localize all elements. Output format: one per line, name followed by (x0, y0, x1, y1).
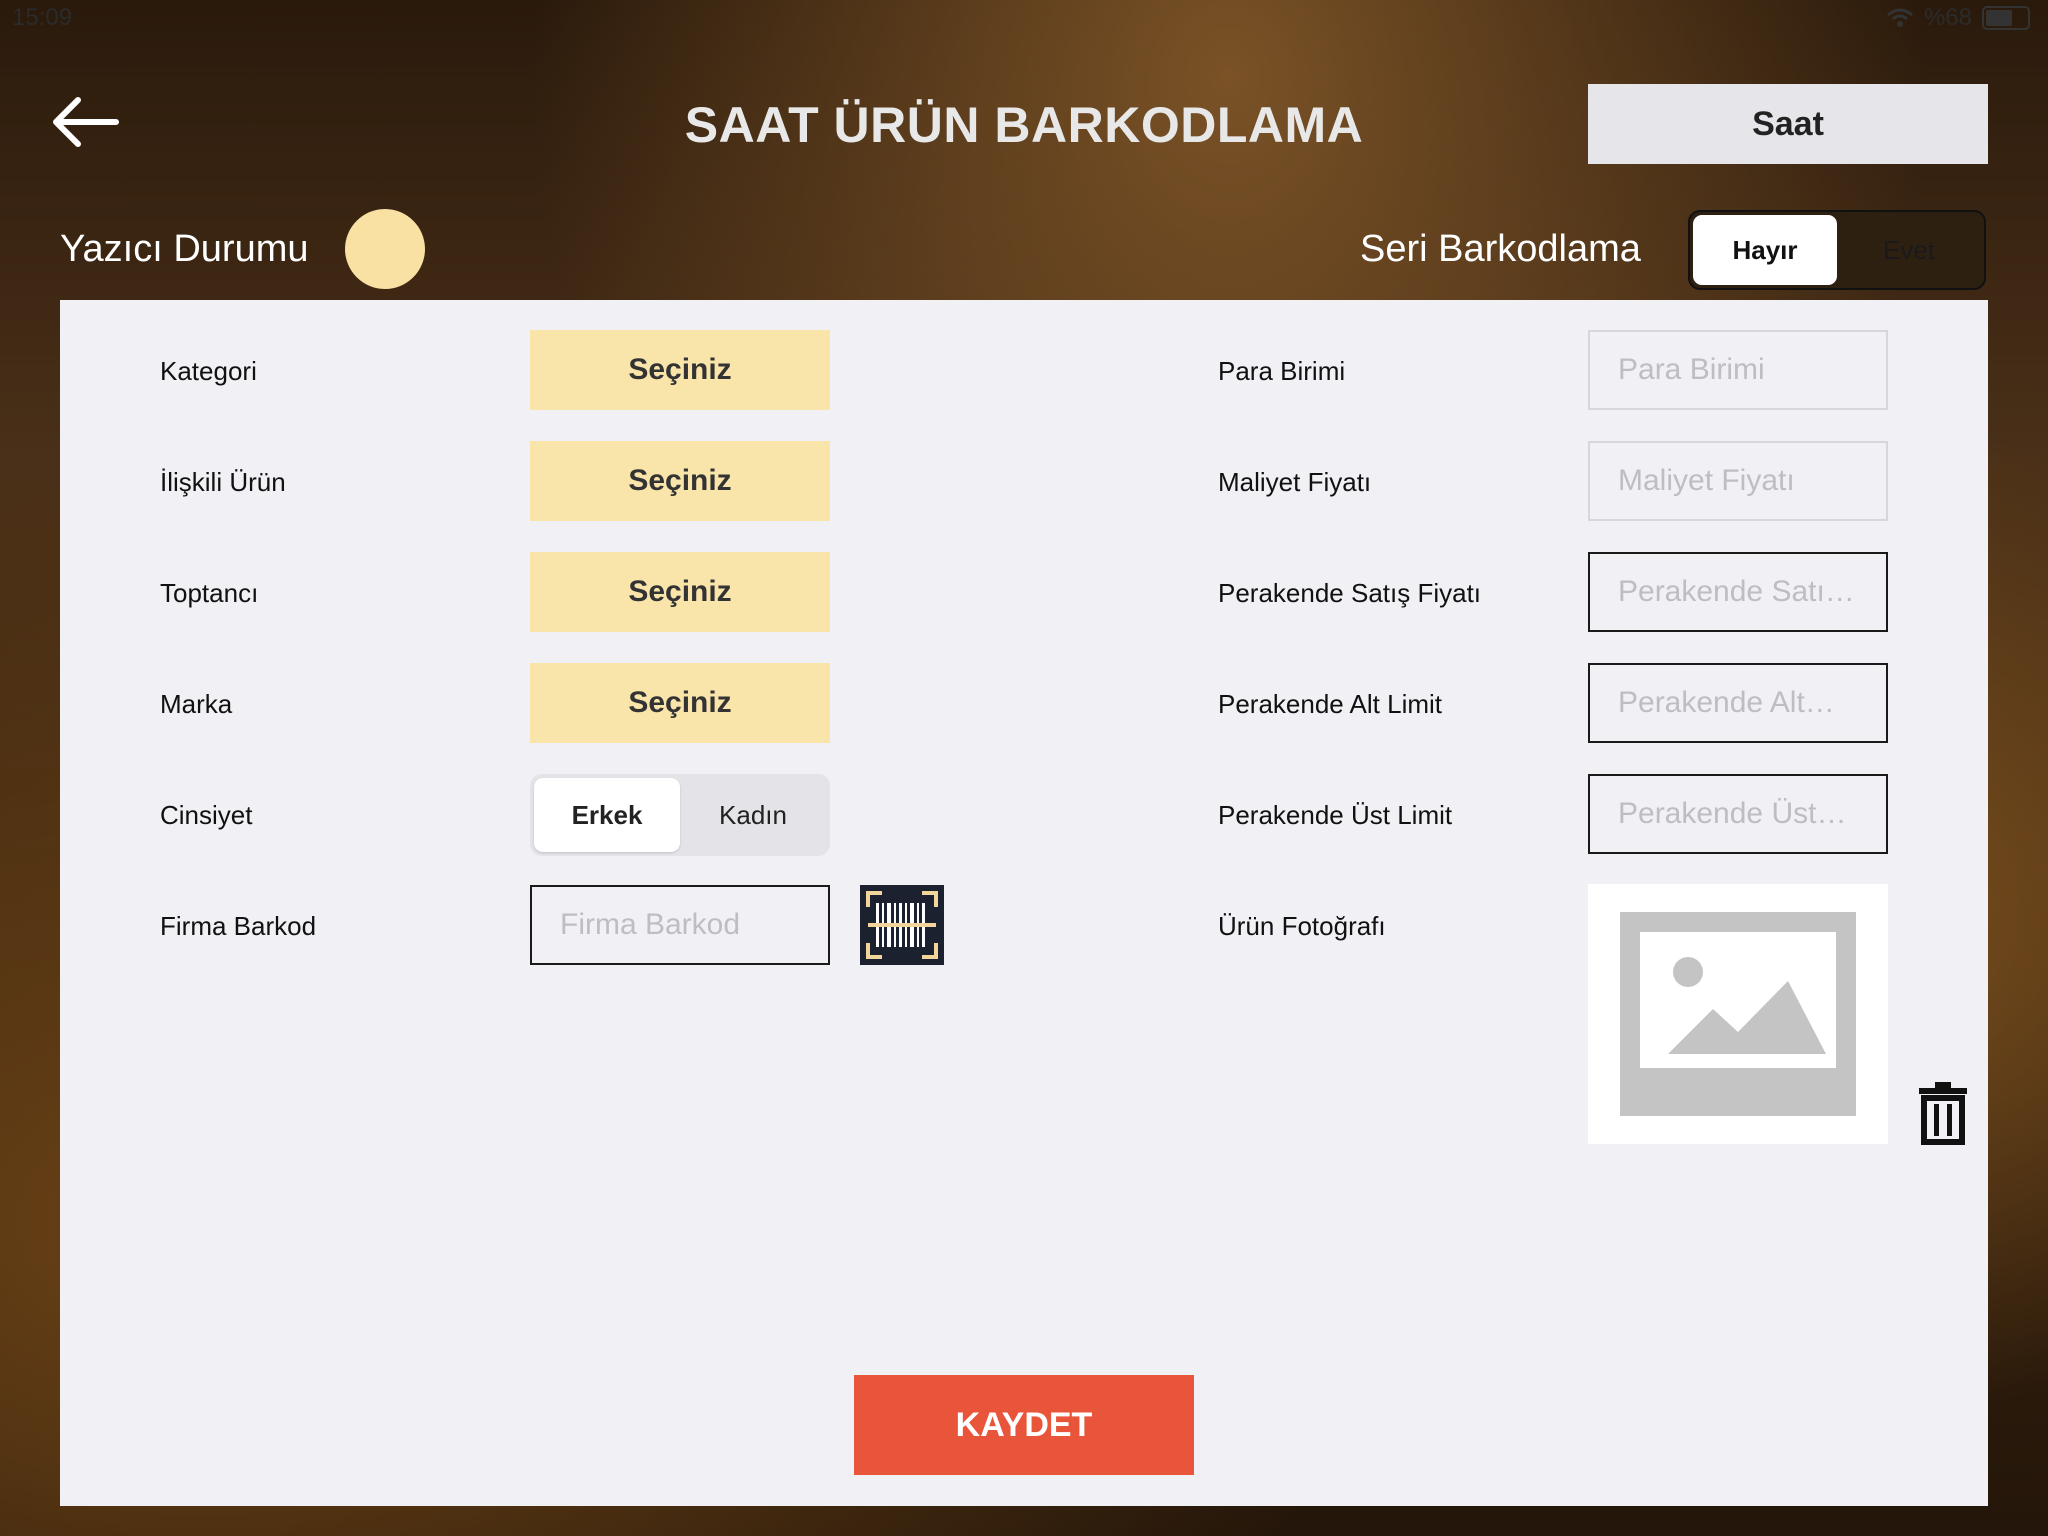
retail-upper-limit-input[interactable]: Perakende Üst… (1588, 774, 1888, 854)
serial-option-yes[interactable]: Evet (1837, 215, 1981, 285)
gender-option-female[interactable]: Kadın (680, 778, 826, 852)
brand-select[interactable]: Seçiniz (530, 663, 830, 743)
battery-percent: %68 (1923, 4, 1972, 31)
currency-input[interactable]: Para Birimi (1588, 330, 1888, 410)
company-barcode-input[interactable]: Firma Barkod (530, 885, 830, 965)
category-button[interactable]: Saat (1588, 84, 1988, 164)
image-placeholder-icon (1620, 912, 1856, 1116)
company-barcode-label: Firma Barkod (160, 911, 317, 941)
wholesaler-select[interactable]: Seçiniz (530, 552, 830, 632)
printer-status-indicator (345, 209, 425, 289)
currency-label: Para Birimi (1218, 356, 1346, 386)
wholesaler-label: Toptancı (160, 578, 259, 608)
serial-option-no[interactable]: Hayır (1693, 215, 1837, 285)
form-panel: Kategori Seçiniz İlişkili Ürün Seçiniz T… (60, 300, 1988, 1506)
retail-lower-limit-input[interactable]: Perakende Alt… (1588, 663, 1888, 743)
wifi-icon (1886, 8, 1913, 27)
related-product-select[interactable]: Seçiniz (530, 441, 830, 521)
gender-label: Cinsiyet (160, 800, 253, 830)
retail-price-input[interactable]: Perakende Satı… (1588, 552, 1888, 632)
category-select[interactable]: Seçiniz (530, 330, 830, 410)
serial-barcoding-toggle[interactable]: Hayır Evet (1688, 210, 1986, 290)
product-photo[interactable] (1588, 884, 1888, 1144)
save-button[interactable]: KAYDET (854, 1375, 1194, 1475)
related-product-label: İlişkili Ürün (160, 467, 286, 497)
gender-option-male[interactable]: Erkek (534, 778, 680, 852)
status-time: 15:09 (12, 4, 73, 31)
category-label: Kategori (160, 356, 257, 386)
retail-upper-limit-label: Perakende Üst Limit (1218, 800, 1453, 830)
status-right: %68 (1886, 4, 2030, 32)
serial-barcoding-label: Seri Barkodlama (1360, 228, 1641, 270)
battery-icon (1982, 6, 2030, 30)
status-bar: 15:09 %68 (0, 0, 2048, 40)
gender-toggle[interactable]: Erkek Kadın (530, 774, 830, 856)
brand-label: Marka (160, 689, 233, 719)
cost-price-input[interactable]: Maliyet Fiyatı (1588, 441, 1888, 521)
barcode-scan-icon[interactable] (860, 885, 944, 965)
trash-icon[interactable] (1915, 1080, 1971, 1146)
retail-price-label: Perakende Satış Fiyatı (1218, 578, 1482, 608)
retail-lower-limit-label: Perakende Alt Limit (1218, 689, 1443, 719)
printer-status-label: Yazıcı Durumu (60, 228, 309, 270)
product-photo-label: Ürün Fotoğrafı (1218, 911, 1386, 941)
cost-price-label: Maliyet Fiyatı (1218, 467, 1372, 497)
